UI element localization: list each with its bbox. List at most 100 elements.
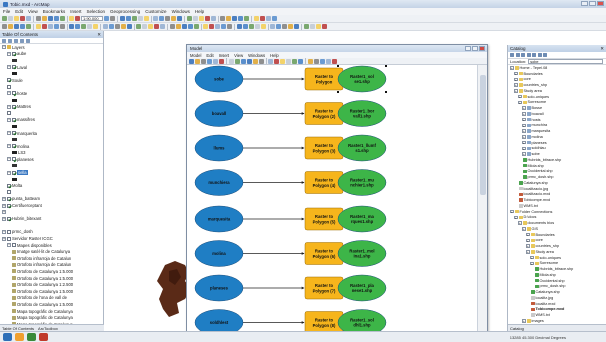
connect-folder-icon[interactable] xyxy=(532,53,536,57)
toolbar-tool-icon[interactable] xyxy=(26,24,31,29)
model-tool-icon[interactable] xyxy=(246,58,252,64)
list-by-source-icon[interactable] xyxy=(8,38,12,43)
model-menu-view[interactable]: View xyxy=(234,53,243,58)
toc-layer-row[interactable] xyxy=(0,136,103,143)
toc-layer-row[interactable]: − marquerita xyxy=(0,130,103,137)
forward-icon[interactable] xyxy=(515,53,520,57)
model-tool-icon[interactable] xyxy=(274,58,279,64)
toolbar-tool-icon[interactable] xyxy=(309,24,315,29)
toolbar-tool-icon[interactable] xyxy=(14,16,19,21)
toolbar-tool-icon[interactable] xyxy=(53,16,59,21)
model-tool-icon[interactable] xyxy=(234,58,240,64)
model-tool-icon[interactable] xyxy=(207,58,212,64)
visibility-checkbox[interactable] xyxy=(12,144,16,149)
tab-arctoolbox[interactable]: ArcToolbox xyxy=(38,326,58,331)
model-tool-icon[interactable] xyxy=(319,58,325,64)
toc-layer-row[interactable]: − molina xyxy=(0,143,103,150)
collapse-icon[interactable]: − xyxy=(7,243,11,248)
toolbar-tool-icon[interactable] xyxy=(41,24,47,29)
collapse-icon[interactable]: − xyxy=(7,51,11,56)
model-scrollbar[interactable] xyxy=(477,65,487,342)
toolbar-tool-icon[interactable] xyxy=(254,24,260,29)
toc-layer-row[interactable]: − hoste xyxy=(0,90,103,97)
toolbar-tool-icon[interactable] xyxy=(20,16,25,21)
expand-icon[interactable]: + xyxy=(526,238,530,243)
toolbar-tool-icon[interactable] xyxy=(2,24,7,29)
toolbar-tool-icon[interactable] xyxy=(119,16,125,21)
toc-layer-row[interactable]: + Hubrin_bitexant xyxy=(0,215,103,222)
collapse-icon[interactable]: − xyxy=(7,144,11,149)
visibility-checkbox[interactable] xyxy=(12,91,16,96)
model-tool-icon[interactable] xyxy=(201,58,206,64)
toc-layer-row[interactable] xyxy=(0,163,103,170)
toolbar-tool-icon[interactable] xyxy=(53,24,59,29)
expand-icon[interactable]: + xyxy=(522,112,526,116)
toolbar-tool-icon[interactable] xyxy=(160,24,165,29)
toolbar-tool-icon[interactable] xyxy=(209,24,214,29)
toolbar-tool-icon[interactable] xyxy=(288,24,293,29)
model-tool-icon[interactable] xyxy=(313,58,319,64)
collapse-icon[interactable]: − xyxy=(7,104,11,109)
expand-icon[interactable]: + xyxy=(530,255,534,260)
model-tool-icon[interactable] xyxy=(286,58,291,64)
toolbar-tool-icon[interactable] xyxy=(294,24,299,29)
expand-icon[interactable]: + xyxy=(522,227,526,231)
expand-icon[interactable]: + xyxy=(2,210,6,215)
model-close-button[interactable] xyxy=(479,46,485,51)
toolbar-tool-icon[interactable] xyxy=(148,24,153,29)
expand-icon[interactable]: + xyxy=(514,71,518,76)
toolbar-tool-icon[interactable] xyxy=(238,16,243,21)
visibility-checkbox[interactable] xyxy=(7,203,11,208)
toc-layer-row[interactable] xyxy=(0,57,103,64)
explorer-icon[interactable] xyxy=(15,333,24,341)
toolbar-tool-icon[interactable] xyxy=(14,24,19,29)
toolbar-tool-icon[interactable] xyxy=(232,16,237,21)
toolbar-tool-icon[interactable] xyxy=(159,16,164,21)
expand-icon[interactable]: + xyxy=(522,152,526,156)
toc-layer-row[interactable]: − aube xyxy=(0,51,103,58)
toolbar-tool-icon[interactable] xyxy=(102,24,108,29)
toc-layer-row[interactable]: − Layers xyxy=(0,44,103,51)
expand-icon[interactable]: + xyxy=(518,100,522,105)
expand-icon[interactable]: + xyxy=(510,209,514,214)
visibility-checkbox[interactable] xyxy=(7,190,11,195)
model-tool-icon[interactable] xyxy=(240,58,246,64)
toolbar-tool-icon[interactable] xyxy=(315,24,321,29)
toolbar-tool-icon[interactable] xyxy=(2,16,7,21)
toc-layer-row[interactable]: − Mattres xyxy=(0,103,103,110)
toc-layer-row[interactable]: Ortofoto de l'ona de vall de xyxy=(0,295,103,302)
expand-icon[interactable]: + xyxy=(522,135,526,139)
toc-layer-row[interactable]: Imatge satèl·lit de Catalunya xyxy=(0,248,103,255)
visibility-checkbox[interactable] xyxy=(12,170,16,175)
model-tool-icon[interactable] xyxy=(213,58,218,64)
toolbar-tool-icon[interactable] xyxy=(204,16,210,21)
toolbar-tool-icon[interactable] xyxy=(143,16,149,21)
options-icon[interactable] xyxy=(26,38,30,43)
visibility-checkbox[interactable] xyxy=(12,65,16,70)
model-maximize-button[interactable] xyxy=(472,46,478,51)
toolbar-tool-icon[interactable] xyxy=(75,16,80,21)
collapse-icon[interactable]: − xyxy=(2,45,6,50)
selection-handle[interactable] xyxy=(385,91,387,93)
selection-handle[interactable] xyxy=(337,65,339,67)
toolbar-tool-icon[interactable] xyxy=(221,24,226,29)
toolbar-tool-icon[interactable] xyxy=(59,16,65,21)
toolbar-tool-icon[interactable] xyxy=(169,24,175,29)
list-by-selection-icon[interactable] xyxy=(20,38,24,43)
expand-icon[interactable]: + xyxy=(526,244,530,248)
up-icon[interactable] xyxy=(521,53,525,57)
menu-insert[interactable]: Insert xyxy=(70,9,81,14)
toolbar-tool-icon[interactable] xyxy=(253,16,259,21)
home-icon[interactable] xyxy=(526,53,531,57)
model-tool-icon[interactable] xyxy=(331,58,337,64)
toc-layer-row[interactable]: − massifres xyxy=(0,117,103,124)
toolbar-tool-icon[interactable] xyxy=(282,24,287,29)
toc-layer-row[interactable]: + Servidor Raster ICGC xyxy=(0,235,103,242)
toolbar-tool-icon[interactable] xyxy=(171,16,176,21)
maximize-button[interactable] xyxy=(589,1,596,6)
toolbar-tool-icon[interactable] xyxy=(93,24,98,29)
expand-icon[interactable]: + xyxy=(2,216,6,221)
toc-layer-row[interactable]: Molta xyxy=(0,182,103,189)
toolbar-tool-icon[interactable] xyxy=(125,16,131,21)
toolbar-tool-icon[interactable] xyxy=(260,24,266,29)
